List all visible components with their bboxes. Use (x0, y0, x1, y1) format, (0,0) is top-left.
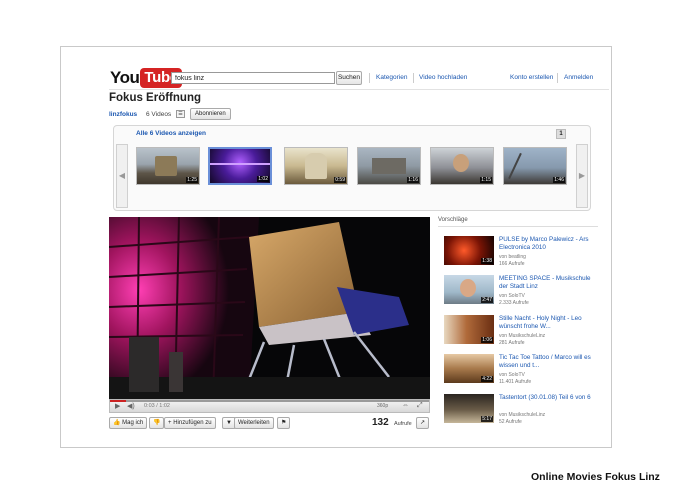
suggestion-item[interactable]: 5:17 Tastentort (30.01.08) Teil 6 von 6 … (444, 394, 599, 430)
sign-in-link[interactable]: Anmelden (564, 74, 593, 81)
scroll-left-icon[interactable]: ◀ (116, 144, 128, 208)
suggestion-author: von MusikschuleLinz (499, 412, 546, 418)
play-icon[interactable]: ▶ (115, 402, 120, 410)
suggestions-divider (438, 226, 598, 227)
playlist-thumb[interactable]: 1:15 (430, 147, 494, 185)
suggestion-thumb[interactable]: 2:47 (444, 275, 494, 304)
suggestions-heading: Vorschläge (438, 217, 468, 223)
player-controls: ▶ ◀) 0:03 / 1:02 360p ⇔ ⤢ (109, 399, 430, 413)
like-label: Mag ich (122, 420, 144, 426)
divider (413, 73, 414, 83)
suggestion-item[interactable]: 1:38 PULSE by Marco Palewicz - Ars Elect… (444, 236, 599, 272)
thumb-duration: 1:25 (186, 177, 198, 183)
thumb-duration: 1:16 (407, 177, 419, 183)
thumbs-up-icon: 👍 (113, 420, 121, 426)
channel-link[interactable]: linzfokus (109, 111, 137, 118)
youtube-page: You Tube Suchen Kategorien Video hochlad… (60, 46, 612, 448)
suggestion-views: 281 Aufrufe (499, 340, 525, 346)
categories-link[interactable]: Kategorien (376, 74, 407, 81)
page-number[interactable]: 1 (556, 129, 566, 139)
video-frame-image (109, 217, 430, 399)
share-button[interactable]: Weiterleiten (234, 417, 274, 429)
add-to-button[interactable]: + Hinzufügen zu (164, 417, 216, 429)
flag-button[interactable]: ⚑ (277, 417, 291, 429)
suggestion-title[interactable]: Tastentort (30.01.08) Teil 6 von 6 (499, 394, 599, 402)
video-count: 6 Videos (146, 111, 172, 118)
search-input[interactable] (171, 72, 335, 84)
flag-icon: ⚑ (281, 420, 287, 426)
like-button[interactable]: 👍 Mag ich (109, 417, 148, 429)
thumb-duration: 5:17 (481, 416, 493, 422)
playlist-strip: Alle 6 Videos anzeigen 1 ◀ ▶ 1:25 1:02 0… (113, 125, 591, 211)
thumb-duration: 1:38 (481, 258, 493, 264)
suggestion-author: von MusikschuleLinz (499, 333, 546, 339)
thumbs-down-icon: 👎 (153, 420, 161, 426)
playlist-menu-icon[interactable]: ☰ (176, 110, 185, 118)
suggestion-title[interactable]: Stille Nacht - Holy Night - Leo wünscht … (499, 315, 599, 330)
suggestion-item[interactable]: 2:47 MEETING SPACE - Musikschule der Sta… (444, 275, 599, 311)
suggestion-views: 11.401 Aufrufe (499, 379, 532, 385)
suggestion-title[interactable]: MEETING SPACE - Musikschule der Stadt Li… (499, 275, 599, 290)
suggestion-author: von SoloTV (499, 293, 525, 299)
playlist-thumb[interactable]: 1:46 (503, 147, 567, 185)
subscribe-button[interactable]: Abonnieren (190, 108, 231, 120)
stats-icon: ↗ (420, 420, 426, 426)
view-count: 132 (372, 417, 389, 428)
thumb-duration: 1:02 (257, 176, 269, 182)
volume-icon[interactable]: ◀) (127, 402, 135, 410)
page-title: Fokus Eröffnung (109, 92, 201, 104)
suggestion-views: 166 Aufrufe (499, 261, 525, 267)
suggestion-title[interactable]: Tic Tac Toe Tattoo / Marco will es wisse… (499, 354, 599, 369)
logo-you: You (110, 68, 140, 87)
playlist-thumb[interactable]: 0:59 (284, 147, 348, 185)
upload-link[interactable]: Video hochladen (419, 74, 467, 81)
thumb-duration: 1:06 (481, 337, 493, 343)
plus-icon: + (168, 420, 172, 426)
suggestion-title[interactable]: PULSE by Marco Palewicz - Ars Electronic… (499, 236, 599, 251)
video-player[interactable] (109, 217, 430, 399)
fullscreen-icon[interactable]: ⤢ (417, 402, 423, 410)
thumb-duration: 4:22 (481, 376, 493, 382)
playlist-thumb[interactable]: 1:25 (136, 147, 200, 185)
suggestion-thumb[interactable]: 5:17 (444, 394, 494, 423)
suggestion-views: 52 Aufrufe (499, 419, 522, 425)
create-account-link[interactable]: Konto erstellen (510, 74, 553, 81)
expand-icon[interactable]: ⇔ (402, 402, 409, 409)
divider (369, 73, 370, 83)
quality-selector[interactable]: 360p (377, 403, 388, 409)
suggestion-item[interactable]: 1:06 Stille Nacht - Holy Night - Leo wün… (444, 315, 599, 351)
thumb-duration: 1:15 (480, 177, 492, 183)
suggestion-item[interactable]: 4:22 Tic Tac Toe Tattoo / Marco will es … (444, 354, 599, 390)
thumb-duration: 2:47 (481, 297, 493, 303)
caption: Online Movies Fokus Linz (531, 471, 660, 483)
show-all-videos-link[interactable]: Alle 6 Videos anzeigen (136, 130, 206, 137)
suggestion-author: von SoloTV (499, 372, 525, 378)
playlist-thumb[interactable]: 1:16 (357, 147, 421, 185)
suggestion-thumb[interactable]: 1:06 (444, 315, 494, 344)
dislike-button[interactable]: 👎 (149, 417, 165, 429)
header-divider (109, 89, 609, 90)
add-to-label: Hinzufügen zu (173, 420, 212, 426)
suggestion-thumb[interactable]: 1:38 (444, 236, 494, 265)
playlist-thumb-selected[interactable]: 1:02 (208, 147, 272, 185)
suggestion-views: 2.333 Aufrufe (499, 300, 529, 306)
view-count-label: Aufrufe (394, 421, 412, 427)
progress-bar[interactable] (110, 400, 429, 402)
divider (557, 73, 558, 83)
suggestion-author: von beatling (499, 254, 526, 260)
suggestion-thumb[interactable]: 4:22 (444, 354, 494, 383)
search-button[interactable]: Suchen (336, 71, 362, 85)
thumb-duration: 0:59 (334, 177, 346, 183)
stats-button[interactable]: ↗ (416, 417, 430, 429)
thumb-duration: 1:46 (553, 177, 565, 183)
scroll-right-icon[interactable]: ▶ (576, 144, 588, 208)
time-display: 0:03 / 1:02 (144, 403, 170, 409)
chevron-down-icon: ▼ (226, 420, 232, 426)
